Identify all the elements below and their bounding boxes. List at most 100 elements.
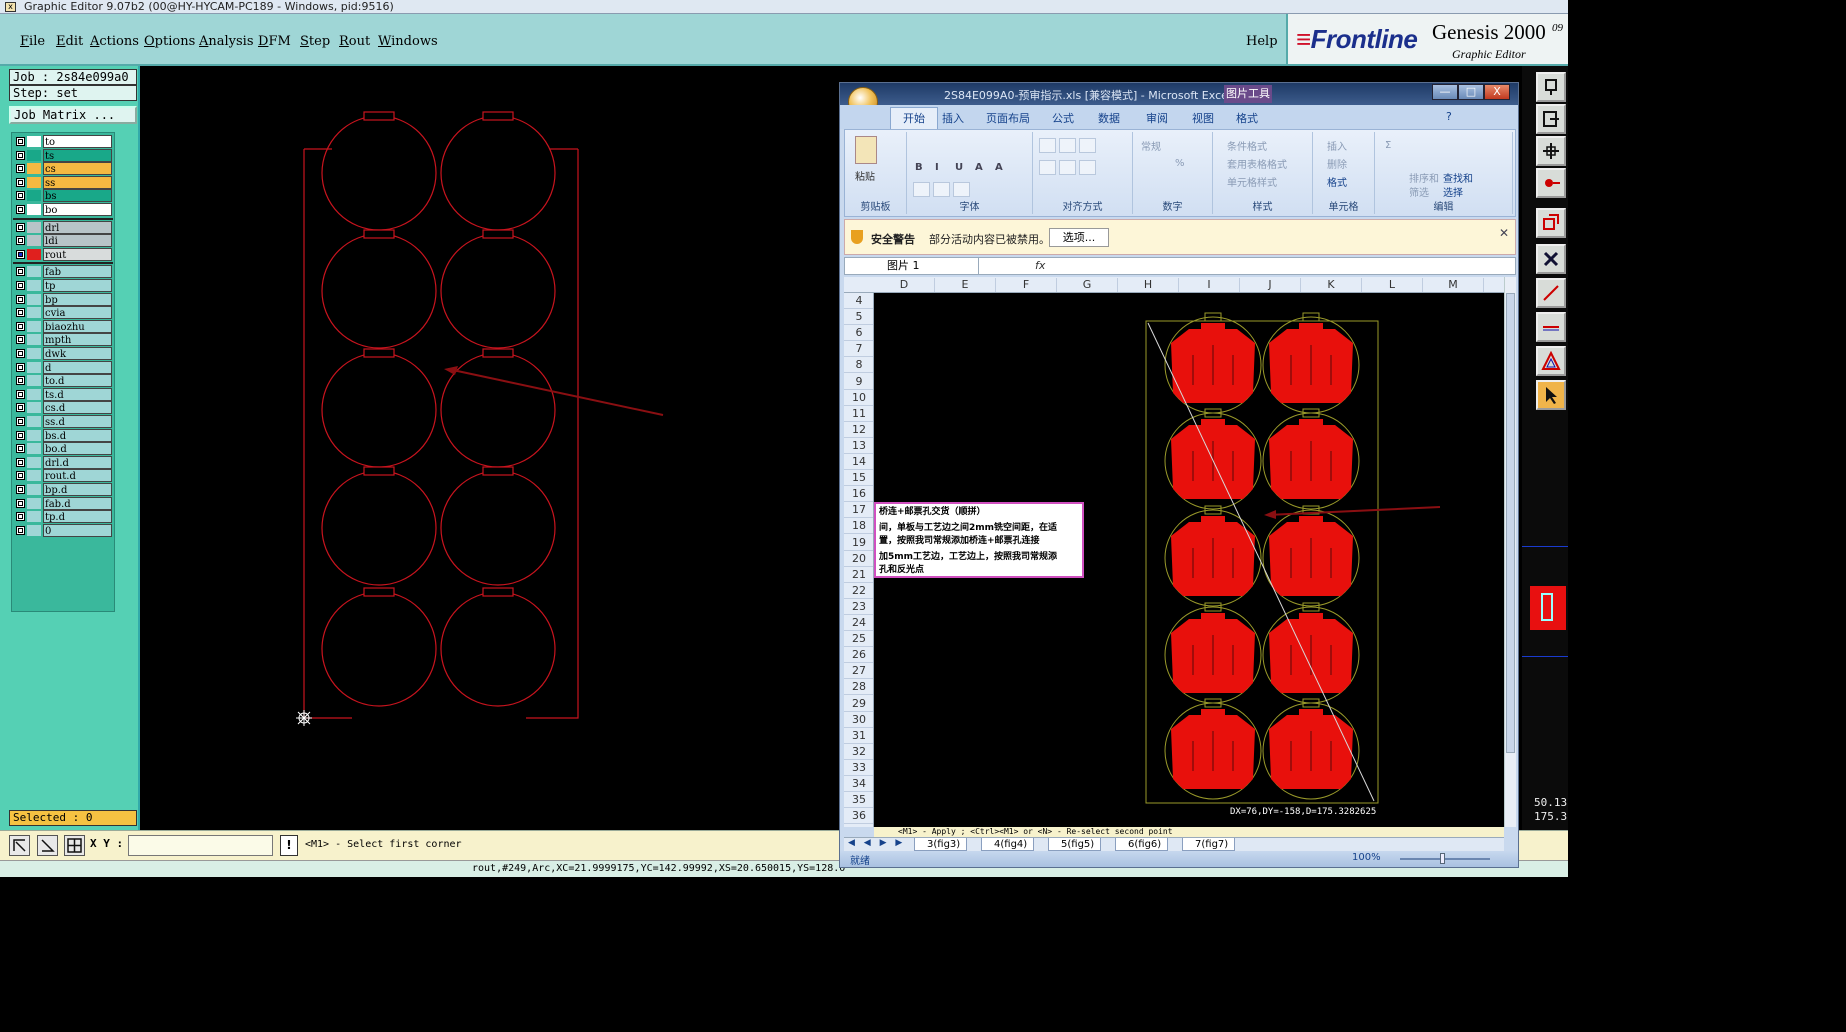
ribbon-tab-3[interactable]: 公式 xyxy=(1052,110,1074,126)
layer-color-swatch[interactable] xyxy=(27,293,41,305)
layer-checkbox[interactable] xyxy=(16,191,25,201)
layer-row-bp[interactable]: bp xyxy=(13,292,113,306)
board-outline-arc[interactable] xyxy=(440,233,556,349)
fx-icon[interactable]: fx xyxy=(1035,259,1045,272)
row-header[interactable]: 34 xyxy=(844,776,873,792)
layer-row-fab[interactable]: fab xyxy=(13,265,113,279)
layer-row-ldi[interactable]: ldi xyxy=(13,234,113,248)
ribbon-tab-7[interactable]: 格式 xyxy=(1236,110,1258,126)
pin-icon[interactable] xyxy=(1536,72,1566,102)
menu-step[interactable]: Step xyxy=(300,34,330,50)
vertical-scrollbar[interactable] xyxy=(1504,277,1516,827)
row-header[interactable]: 7 xyxy=(844,341,873,358)
ribbon-button[interactable] xyxy=(1059,138,1076,153)
layer-checkbox[interactable] xyxy=(16,349,25,358)
layer-row-ts[interactable]: ts xyxy=(13,148,113,162)
layer-checkbox[interactable] xyxy=(16,444,25,454)
row-header[interactable]: 18 xyxy=(844,518,873,535)
layer-name[interactable]: dwk xyxy=(43,347,112,360)
row-header[interactable]: 14 xyxy=(844,454,873,470)
column-header[interactable]: I xyxy=(1179,278,1240,292)
column-header[interactable]: H xyxy=(1118,278,1179,292)
layer-checkbox[interactable] xyxy=(16,485,25,494)
layer-checkbox[interactable] xyxy=(16,267,25,277)
row-header[interactable]: 25 xyxy=(844,631,873,648)
layer-color-swatch[interactable] xyxy=(27,163,41,175)
layer-name[interactable]: ts xyxy=(43,148,112,162)
minimize-button[interactable]: — xyxy=(1432,84,1458,100)
layer-color-swatch[interactable] xyxy=(27,235,41,247)
layer-checkbox[interactable] xyxy=(16,249,25,259)
column-header[interactable]: M xyxy=(1423,278,1484,292)
ribbon-item[interactable]: 单元格样式 xyxy=(1227,174,1277,189)
layer-name[interactable]: bo.d xyxy=(43,442,112,456)
row-header[interactable]: 33 xyxy=(844,760,873,776)
ribbon-item[interactable]: U xyxy=(955,162,963,173)
board-outline-arc[interactable] xyxy=(321,352,437,468)
layer-name[interactable]: biaozhu xyxy=(43,319,112,333)
layer-row-ts.d[interactable]: ts.d xyxy=(13,387,113,401)
line-icon[interactable] xyxy=(1536,278,1566,308)
column-header[interactable]: L xyxy=(1362,278,1423,292)
layer-color-swatch[interactable] xyxy=(27,204,41,215)
angle-mode-icon[interactable] xyxy=(37,835,58,856)
layer-row-cs.d[interactable]: cs.d xyxy=(13,401,113,415)
layer-name[interactable]: bs.d xyxy=(43,428,112,442)
layer-name[interactable]: bp.d xyxy=(43,483,112,496)
ribbon-button[interactable] xyxy=(1039,160,1056,175)
layer-row-fab.d[interactable]: fab.d xyxy=(13,496,113,510)
layer-color-swatch[interactable] xyxy=(27,221,41,233)
layer-color-swatch[interactable] xyxy=(27,470,41,482)
ribbon-item[interactable]: Σ xyxy=(1385,140,1391,151)
ribbon-item[interactable]: A xyxy=(995,162,1003,173)
layer-row-ss.d[interactable]: ss.d xyxy=(13,415,113,428)
row-header[interactable]: 23 xyxy=(844,599,873,615)
ribbon-item[interactable]: I xyxy=(935,162,939,173)
row-header[interactable]: 35 xyxy=(844,792,873,809)
ribbon-item[interactable]: 条件格式 xyxy=(1227,138,1267,153)
layer-checkbox[interactable] xyxy=(16,321,25,331)
layer-name[interactable]: to.d xyxy=(43,374,112,388)
ribbon-item[interactable]: 删除 xyxy=(1327,156,1347,171)
sheet-nav-icons[interactable]: ◀ ◀ ▶ ▶ xyxy=(848,838,905,848)
close-icon[interactable]: ✕ xyxy=(1499,226,1509,240)
layer-name[interactable]: ss.d xyxy=(43,415,112,428)
layer-row-drl[interactable]: drl xyxy=(13,220,113,234)
layer-row-bo.d[interactable]: bo.d xyxy=(13,442,113,456)
layer-checkbox[interactable] xyxy=(16,417,25,426)
ribbon-item[interactable]: % xyxy=(1175,158,1185,169)
snap-icon[interactable] xyxy=(1536,168,1566,198)
board-outline-arc[interactable] xyxy=(321,115,437,231)
layer-checkbox[interactable] xyxy=(16,389,25,399)
layer-row-mpth[interactable]: mpth xyxy=(13,333,113,347)
column-header[interactable]: G xyxy=(1057,278,1118,292)
layer-row-rout.d[interactable]: rout.d xyxy=(13,469,113,483)
options-button[interactable]: 选项... xyxy=(1049,228,1109,247)
layer-checkbox[interactable] xyxy=(16,471,25,481)
layer-checkbox[interactable] xyxy=(16,164,25,174)
name-box[interactable]: 图片 1 xyxy=(845,258,979,274)
row-header[interactable]: 24 xyxy=(844,615,873,631)
layer-color-swatch[interactable] xyxy=(27,402,41,414)
board-outline-arc[interactable] xyxy=(440,115,556,231)
layer-row-tp.d[interactable]: tp.d xyxy=(13,510,113,524)
layer-name[interactable]: bs xyxy=(43,189,112,203)
layer-color-swatch[interactable] xyxy=(27,497,41,509)
layer-color-swatch[interactable] xyxy=(27,388,41,400)
layer-row-ss[interactable]: ss xyxy=(13,175,113,189)
row-header[interactable]: 22 xyxy=(844,583,873,599)
menu-windows[interactable]: Windows xyxy=(378,34,438,50)
layer-color-swatch[interactable] xyxy=(27,524,41,536)
exit-icon[interactable] xyxy=(1536,104,1566,134)
row-header[interactable]: 8 xyxy=(844,357,873,374)
delete-icon[interactable] xyxy=(1536,244,1566,274)
ribbon-button[interactable] xyxy=(953,182,970,197)
layer-name[interactable]: ldi xyxy=(43,234,112,248)
menu-help[interactable]: Help xyxy=(1246,34,1278,50)
ribbon-item[interactable]: 格式 xyxy=(1327,174,1347,189)
layer-checkbox[interactable] xyxy=(16,281,25,290)
row-header[interactable]: 32 xyxy=(844,744,873,760)
layer-name[interactable]: drl.d xyxy=(43,455,112,469)
layer-row-to[interactable]: to xyxy=(13,135,113,148)
row-header[interactable]: 21 xyxy=(844,567,873,583)
